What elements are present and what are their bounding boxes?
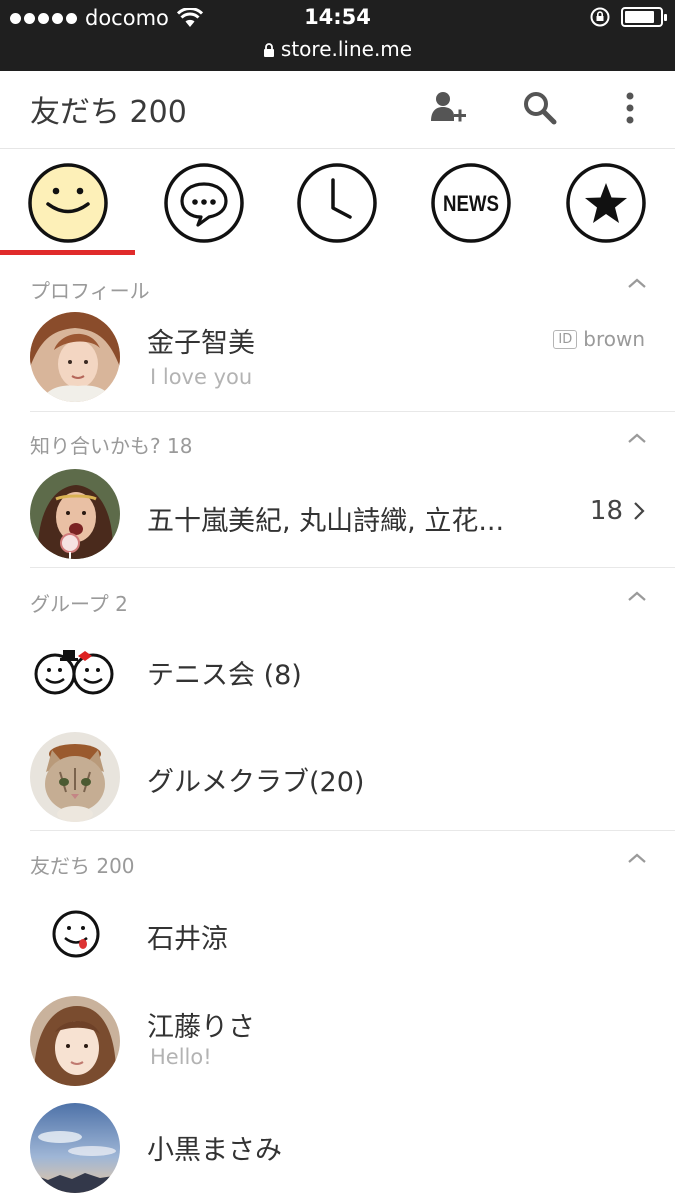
chevron-right-icon bbox=[634, 502, 645, 520]
status-right bbox=[589, 6, 667, 28]
status-time: 14:54 bbox=[304, 5, 371, 29]
friend-name: 小黒まさみ bbox=[147, 1135, 282, 1166]
friend-row[interactable]: 小黒まさみ bbox=[0, 1097, 675, 1197]
section-header-suggested[interactable]: 知り合いかも? 18 bbox=[0, 422, 675, 462]
group-row[interactable]: テニス会 (8) bbox=[0, 622, 675, 722]
section-title: プロフィール bbox=[30, 279, 150, 303]
divider bbox=[30, 830, 675, 831]
default-avatar-icon[interactable] bbox=[30, 887, 120, 977]
chevron-up-icon[interactable] bbox=[627, 852, 647, 864]
more-icon[interactable] bbox=[609, 87, 651, 129]
profile-status: I love you bbox=[150, 365, 253, 389]
chevron-up-icon[interactable] bbox=[627, 590, 647, 602]
smiley-face-icon bbox=[28, 163, 108, 243]
friend-name: 江藤りさ bbox=[147, 1012, 255, 1043]
avatar[interactable] bbox=[30, 469, 120, 559]
tab-bar: NEWS bbox=[0, 150, 675, 256]
chevron-up-icon[interactable] bbox=[627, 277, 647, 289]
friend-status: Hello! bbox=[150, 1045, 212, 1069]
search-icon[interactable] bbox=[519, 87, 561, 129]
tab-chats[interactable] bbox=[163, 162, 245, 244]
news-icon: NEWS bbox=[431, 163, 511, 243]
avatar[interactable] bbox=[30, 312, 120, 402]
app-header: 友だち 200 bbox=[0, 71, 675, 149]
suggested-count[interactable]: 18 bbox=[590, 496, 645, 526]
news-label: NEWS bbox=[443, 191, 499, 216]
suggested-count-value: 18 bbox=[589, 496, 623, 526]
section-header-friends[interactable]: 友だち 200 bbox=[0, 842, 675, 882]
status-bar: docomo 14:54 store.line.me bbox=[0, 0, 675, 71]
section-title: グループ 2 bbox=[30, 592, 128, 616]
chat-bubble-icon bbox=[164, 163, 244, 243]
friend-name: 石井涼 bbox=[147, 924, 228, 955]
divider bbox=[30, 411, 675, 412]
suggested-friends-row[interactable]: 五十嵐美紀, 丸山詩織, 立花... 18 bbox=[0, 465, 675, 565]
id-value: brown bbox=[583, 327, 645, 351]
page-title: 友だち 200 bbox=[30, 95, 187, 130]
group-row[interactable]: グルメクラブ(20) bbox=[0, 728, 675, 828]
section-title: 知り合いかも? 18 bbox=[30, 434, 193, 458]
id-label: ID bbox=[553, 329, 578, 349]
profile-id: ID brown bbox=[553, 327, 645, 351]
clock-icon bbox=[297, 163, 377, 243]
section-header-profile[interactable]: プロフィール bbox=[0, 267, 675, 307]
add-friend-icon[interactable] bbox=[427, 87, 469, 129]
star-icon bbox=[566, 163, 646, 243]
suggested-names: 五十嵐美紀, 丸山詩織, 立花... bbox=[147, 506, 505, 537]
tab-news[interactable]: NEWS bbox=[430, 162, 512, 244]
group-avatar-icon[interactable] bbox=[30, 624, 120, 714]
rotation-lock-icon bbox=[590, 7, 610, 27]
divider bbox=[30, 567, 675, 568]
section-header-groups[interactable]: グループ 2 bbox=[0, 580, 675, 620]
tab-more[interactable] bbox=[565, 162, 647, 244]
friend-row[interactable]: 石井涼 bbox=[0, 885, 675, 985]
profile-row[interactable]: 金子智美 I love you ID brown bbox=[0, 308, 675, 408]
chevron-up-icon[interactable] bbox=[627, 432, 647, 444]
battery-icon bbox=[621, 7, 667, 27]
tab-timeline[interactable] bbox=[296, 162, 378, 244]
active-tab-indicator bbox=[0, 250, 135, 255]
section-title: 友だち 200 bbox=[30, 854, 135, 878]
avatar[interactable] bbox=[30, 732, 120, 822]
url-text: store.line.me bbox=[280, 37, 413, 61]
tab-friends[interactable] bbox=[27, 162, 109, 244]
group-name: テニス会 (8) bbox=[147, 660, 302, 691]
avatar[interactable] bbox=[30, 1103, 120, 1193]
lock-icon bbox=[263, 43, 274, 57]
url-bar[interactable]: store.line.me bbox=[0, 37, 675, 61]
avatar[interactable] bbox=[30, 996, 120, 1086]
friend-row[interactable]: 江藤りさ Hello! bbox=[0, 990, 675, 1090]
group-name: グルメクラブ(20) bbox=[147, 767, 365, 798]
profile-name: 金子智美 bbox=[147, 328, 255, 359]
